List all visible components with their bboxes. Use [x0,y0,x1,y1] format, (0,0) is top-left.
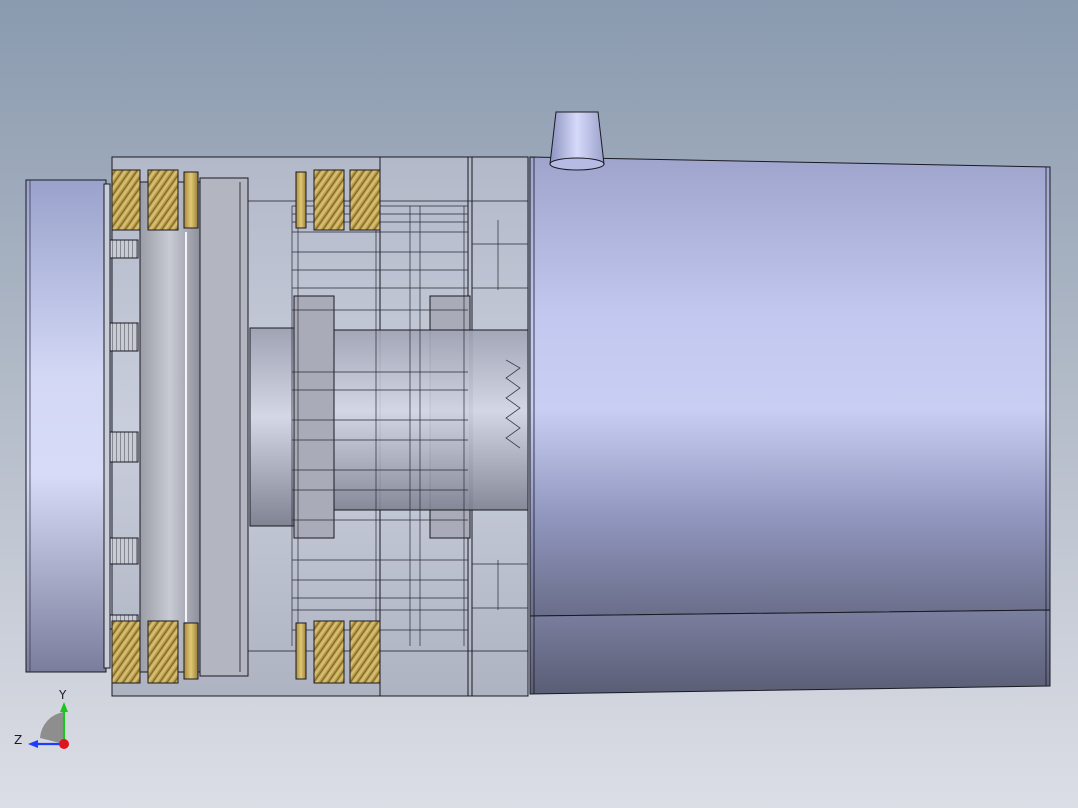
left-end-cap[interactable] [25,179,111,673]
x-axis-dot [59,739,69,749]
motor-body[interactable] [529,156,1051,695]
motor-assembly-model[interactable] [25,111,1051,697]
triad-z-label: Z [14,733,22,747]
triad-y-label: Y [58,688,67,702]
flange-ring [139,177,249,677]
cad-3d-viewport[interactable]: Y Z [0,0,1078,808]
connector-knob[interactable] [549,111,605,171]
